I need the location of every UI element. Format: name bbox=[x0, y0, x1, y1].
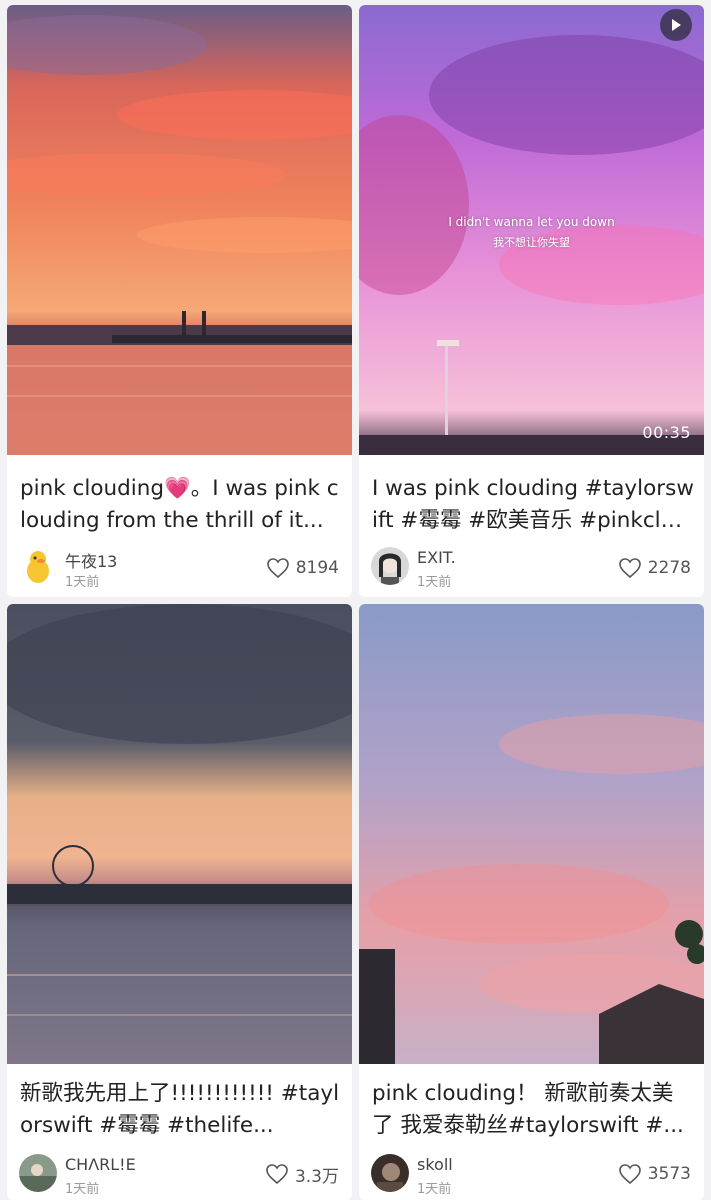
card-title[interactable]: pink clouding！ 新歌前奏太美了 我爱泰勒丝#taylorswift… bbox=[372, 1078, 694, 1142]
play-button[interactable] bbox=[660, 9, 692, 41]
post-time: 1天前 bbox=[417, 1182, 452, 1197]
like-count: 3.3万 bbox=[294, 1166, 339, 1187]
feed-card[interactable]: pink clouding！ 新歌前奏太美了 我爱泰勒丝#taylorswift… bbox=[359, 604, 704, 1200]
feed-card[interactable]: pink clouding💗。I was pink clouding from … bbox=[7, 5, 352, 597]
card-title[interactable]: 新歌我先用上了!!!!!!!!!!!! #taylorswift #霉霉 #th… bbox=[20, 1078, 342, 1142]
post-time: 1天前 bbox=[417, 575, 452, 590]
play-icon bbox=[672, 19, 681, 31]
lake-dusk-image bbox=[7, 604, 352, 1064]
heart-outline-icon bbox=[618, 1164, 641, 1185]
card-image-lake-ferris-wheel[interactable] bbox=[7, 604, 352, 1064]
author[interactable]: 午夜13 1天前 bbox=[19, 545, 199, 590]
video-duration: 00:35 bbox=[642, 423, 691, 442]
avatar[interactable] bbox=[19, 547, 57, 585]
avatar[interactable] bbox=[19, 1154, 57, 1192]
avatar[interactable] bbox=[371, 1154, 409, 1192]
like-count: 2278 bbox=[647, 558, 691, 578]
photo-avatar-icon bbox=[371, 1154, 409, 1192]
like-count: 8194 bbox=[295, 558, 339, 578]
card-title[interactable]: pink clouding💗。I was pink clouding from … bbox=[20, 473, 342, 537]
heart-outline-icon bbox=[266, 558, 289, 579]
pink-clouds-image bbox=[359, 604, 704, 1064]
author-name: CHΛRL!E bbox=[65, 1155, 136, 1174]
feed-card[interactable]: I didn't wanna let you down 我不想让你失望 00:3… bbox=[359, 5, 704, 597]
avatar[interactable] bbox=[371, 547, 409, 585]
author[interactable]: EXIT. 1天前 bbox=[371, 545, 551, 590]
author-name: EXIT. bbox=[417, 548, 456, 567]
like-button[interactable]: 2278 bbox=[618, 555, 691, 581]
card-image-sunset-bridge[interactable] bbox=[7, 5, 352, 455]
video-subtitle-zh: 我不想让你失望 bbox=[493, 236, 570, 249]
sunset-sea-image bbox=[7, 5, 352, 455]
card-video-pink-sky[interactable]: I didn't wanna let you down 我不想让你失望 00:3… bbox=[359, 5, 704, 455]
card-title[interactable]: I was pink clouding #taylorswift #霉霉 #欧美… bbox=[372, 473, 694, 537]
post-time: 1天前 bbox=[65, 575, 100, 590]
like-button[interactable]: 3573 bbox=[618, 1161, 691, 1187]
feed-card[interactable]: 新歌我先用上了!!!!!!!!!!!! #taylorswift #霉霉 #th… bbox=[7, 604, 352, 1200]
photo-avatar-icon bbox=[19, 1154, 57, 1192]
video-subtitle-en: I didn't wanna let you down bbox=[448, 215, 615, 229]
heart-outline-icon bbox=[266, 1164, 288, 1185]
duck-avatar-icon bbox=[19, 547, 57, 585]
author[interactable]: skoll 1天前 bbox=[371, 1152, 551, 1197]
post-time: 1天前 bbox=[65, 1182, 100, 1197]
author-name: skoll bbox=[417, 1155, 453, 1174]
like-button[interactable]: 8194 bbox=[266, 555, 339, 581]
author[interactable]: CHΛRL!E 1天前 bbox=[19, 1152, 199, 1197]
like-count: 3573 bbox=[647, 1164, 691, 1184]
card-image-pink-clouds[interactable] bbox=[359, 604, 704, 1064]
like-button[interactable]: 3.3万 bbox=[265, 1161, 339, 1187]
heart-outline-icon bbox=[618, 558, 641, 579]
author-name: 午夜13 bbox=[65, 552, 118, 571]
portrait-avatar-icon bbox=[371, 547, 409, 585]
pink-sky-video-thumbnail bbox=[359, 5, 704, 455]
